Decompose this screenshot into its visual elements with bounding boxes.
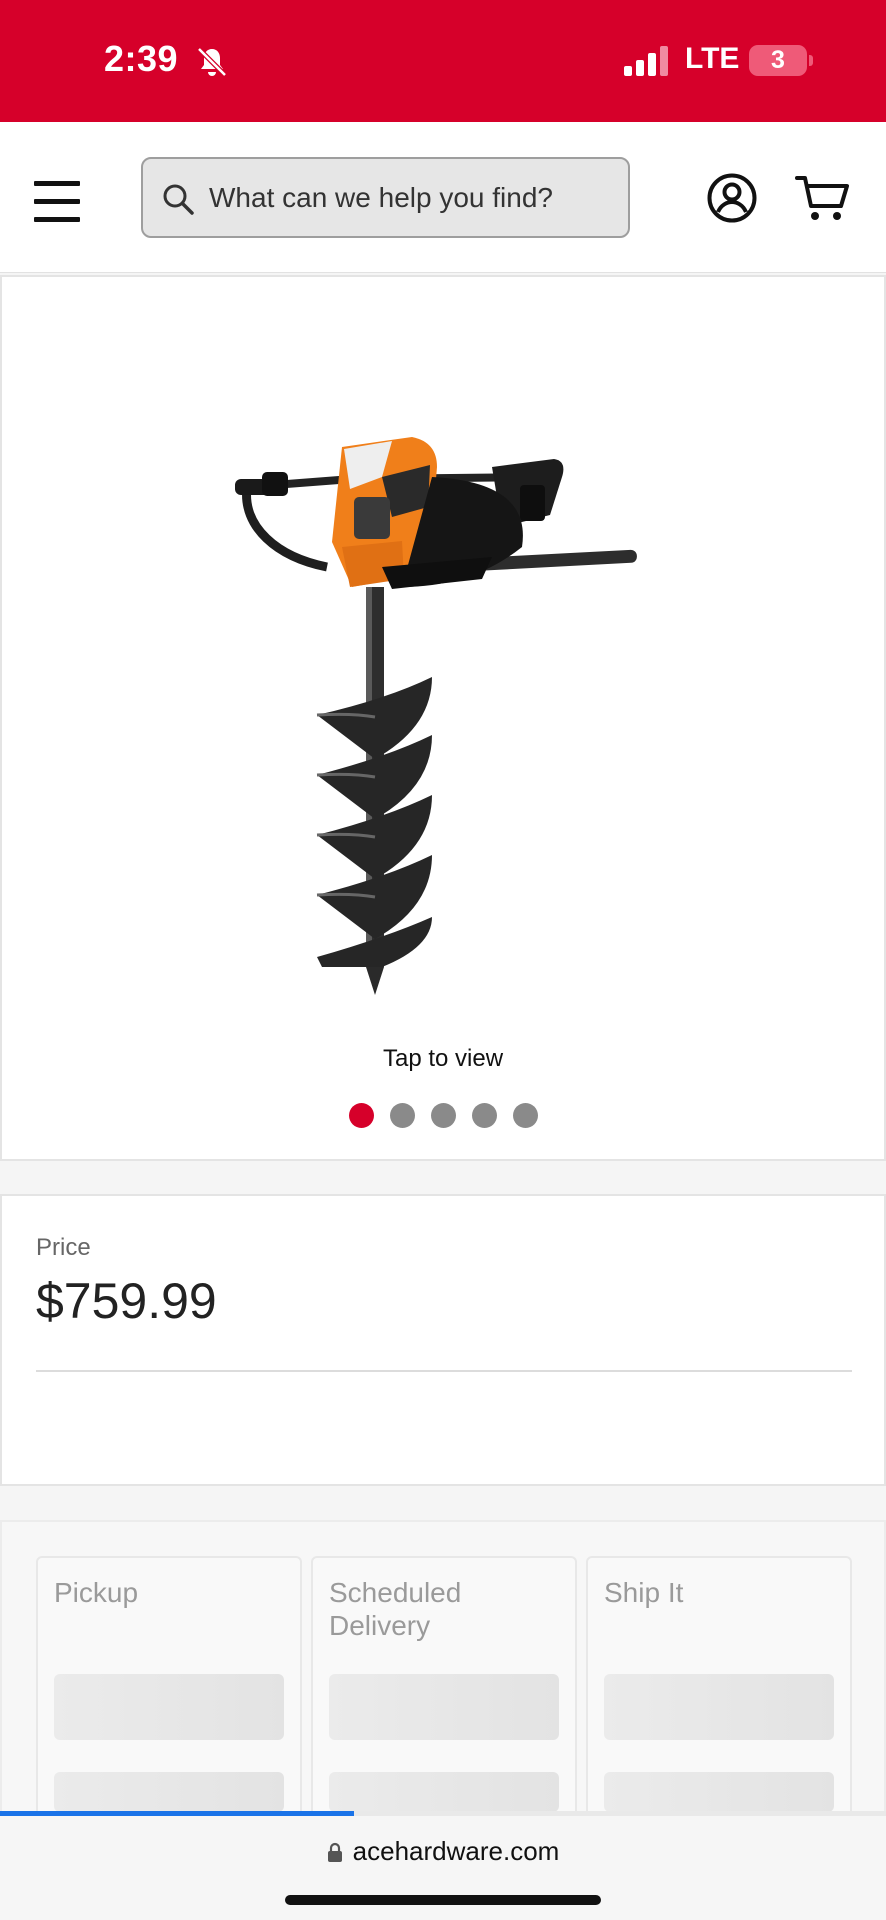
bell-slash-icon bbox=[197, 47, 227, 77]
option-title: Ship It bbox=[604, 1577, 684, 1608]
loading-placeholder bbox=[329, 1674, 559, 1740]
site-header bbox=[0, 122, 886, 273]
scheduled-delivery-option[interactable]: Scheduled Delivery bbox=[311, 1556, 577, 1846]
search-bar[interactable] bbox=[141, 157, 630, 238]
divider bbox=[36, 1370, 852, 1372]
cart-icon[interactable] bbox=[795, 172, 851, 224]
battery-tip bbox=[809, 55, 813, 66]
carousel-dot[interactable] bbox=[430, 1103, 456, 1128]
tap-to-view-caption: Tap to view bbox=[382, 1045, 504, 1072]
hamburger-menu-icon[interactable] bbox=[34, 181, 82, 223]
price-label: Price bbox=[36, 1234, 91, 1261]
loading-placeholder bbox=[604, 1772, 834, 1812]
fulfillment-options: Pickup Scheduled Delivery Ship It bbox=[0, 1520, 886, 1846]
status-bar: 2:39 LTE 3 bbox=[0, 0, 886, 122]
carousel-dot[interactable] bbox=[348, 1103, 374, 1128]
ship-it-option[interactable]: Ship It bbox=[586, 1556, 852, 1846]
option-title: Scheduled Delivery bbox=[329, 1577, 462, 1641]
pickup-option[interactable]: Pickup bbox=[36, 1556, 302, 1846]
loading-placeholder bbox=[329, 1772, 559, 1812]
price-value: $759.99 bbox=[36, 1273, 217, 1329]
loading-placeholder bbox=[54, 1674, 284, 1740]
url-text[interactable]: acehardware.com bbox=[353, 1836, 560, 1867]
product-image[interactable] bbox=[232, 437, 652, 997]
status-time: 2:39 bbox=[104, 38, 179, 79]
option-title: Pickup bbox=[54, 1577, 139, 1608]
account-circle-icon[interactable] bbox=[706, 172, 758, 224]
network-label: LTE bbox=[685, 42, 740, 75]
carousel-dot[interactable] bbox=[389, 1103, 415, 1128]
battery-indicator: 3 bbox=[749, 45, 807, 76]
search-icon bbox=[163, 184, 194, 215]
home-indicator[interactable] bbox=[285, 1895, 601, 1905]
price-card: Price $759.99 bbox=[0, 1194, 886, 1486]
carousel-dot[interactable] bbox=[471, 1103, 497, 1128]
carousel-dot[interactable] bbox=[512, 1103, 538, 1128]
product-gallery[interactable]: Tap to view bbox=[0, 275, 886, 1161]
search-input[interactable] bbox=[209, 159, 619, 236]
loading-placeholder bbox=[604, 1674, 834, 1740]
loading-placeholder bbox=[54, 1772, 284, 1812]
carousel-dots bbox=[2, 1103, 884, 1128]
signal-bars-icon bbox=[624, 46, 668, 76]
browser-address-bar[interactable]: acehardware.com bbox=[0, 1816, 886, 1920]
lock-icon bbox=[327, 1842, 342, 1862]
